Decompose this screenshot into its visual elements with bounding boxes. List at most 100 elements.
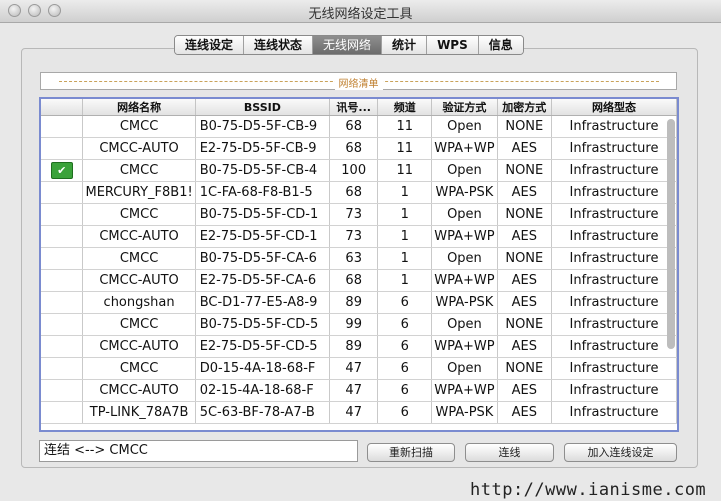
- cell-encryption: AES: [497, 137, 552, 160]
- watermark-url: http://www.ianisme.com: [470, 480, 707, 500]
- table-row[interactable]: CMCC B0-75-D5-5F-CA-6 63 1 Open NONE Infrastru…: [41, 247, 677, 270]
- table-row[interactable]: CMCC-AUTO E2-75-D5-5F-CA-6 68 1 WPA+WP AES Inf…: [41, 269, 677, 292]
- cell-signal: 73: [329, 225, 379, 248]
- cell-signal: 89: [329, 335, 379, 358]
- table-header-row: 网络名称 BSSID 讯号... 频道 验证方式 加密方式 网络型态: [41, 99, 677, 116]
- cell-network-type: Infrastructure: [551, 379, 677, 402]
- cell-status-icon: [41, 247, 84, 270]
- cell-status-icon: [41, 313, 84, 336]
- cell-network-type: Infrastructure: [551, 313, 677, 336]
- column-header-channel[interactable]: 频道: [377, 99, 433, 116]
- cell-encryption: AES: [497, 181, 552, 204]
- cell-ssid: CMCC-AUTO: [82, 269, 196, 292]
- cell-signal: 68: [329, 137, 379, 160]
- window-title: 无线网络设定工具: [308, 7, 413, 22]
- cell-status-icon: [41, 203, 84, 226]
- connect-button[interactable]: 连线: [465, 443, 554, 462]
- cell-encryption: NONE: [497, 203, 552, 226]
- table-row[interactable]: CMCC-AUTO E2-75-D5-5F-CD-5 89 6 WPA+WP AES Inf…: [41, 335, 677, 358]
- table-scrollbar[interactable]: [667, 119, 675, 349]
- cell-bssid: E2-75-D5-5F-CB-9: [195, 137, 331, 160]
- cell-encryption: AES: [497, 401, 552, 424]
- cell-ssid: CMCC-AUTO: [82, 335, 196, 358]
- cell-auth: Open: [431, 203, 498, 226]
- cell-channel: 1: [377, 269, 433, 292]
- cell-auth: WPA-PSK: [431, 181, 498, 204]
- cell-channel: 6: [377, 335, 433, 358]
- network-list-title: 网络清单: [334, 79, 383, 90]
- cell-encryption: AES: [497, 225, 552, 248]
- cell-status-icon: [41, 357, 84, 380]
- cell-encryption: AES: [497, 291, 552, 314]
- table-row[interactable]: ✔ CMCC B0-75-D5-5F-CB-4 100 11 Open NONE Infras…: [41, 159, 677, 182]
- table-row[interactable]: chongshan BC-D1-77-E5-A8-9 89 6 WPA-PSK AES In…: [41, 291, 677, 314]
- cell-status-icon: [41, 401, 84, 424]
- cell-auth: WPA-PSK: [431, 291, 498, 314]
- tab-connection-settings[interactable]: 连线设定: [175, 36, 245, 54]
- network-table[interactable]: 网络名称 BSSID 讯号... 频道 验证方式 加密方式 网络型态 CMCC B…: [39, 97, 679, 432]
- cell-encryption: NONE: [497, 115, 552, 138]
- tab-wps[interactable]: WPS: [427, 36, 479, 54]
- cell-ssid: CMCC-AUTO: [82, 225, 196, 248]
- cell-encryption: NONE: [497, 247, 552, 270]
- cell-ssid: CMCC: [82, 357, 196, 380]
- cell-bssid: E2-75-D5-5F-CA-6: [195, 269, 331, 292]
- cell-ssid: chongshan: [82, 291, 196, 314]
- table-row[interactable]: CMCC-AUTO 02-15-4A-18-68-F 47 6 WPA+WP AES Inf…: [41, 379, 677, 402]
- rescan-button[interactable]: 重新扫描: [367, 443, 455, 462]
- cell-auth: Open: [431, 115, 498, 138]
- table-row[interactable]: CMCC-AUTO E2-75-D5-5F-CB-9 68 11 WPA+WP AES In…: [41, 137, 677, 160]
- column-header-bssid[interactable]: BSSID: [195, 99, 331, 116]
- cell-status-icon: [41, 137, 84, 160]
- cell-network-type: Infrastructure: [551, 203, 677, 226]
- connection-status-field: 连结 <--> CMCC: [39, 440, 358, 462]
- cell-bssid: B0-75-D5-5F-CD-1: [195, 203, 331, 226]
- tab-statistics[interactable]: 统计: [382, 36, 428, 54]
- cell-auth: WPA+WP: [431, 137, 498, 160]
- column-header-encryption[interactable]: 加密方式: [497, 99, 552, 116]
- table-row[interactable]: TP-LINK_78A7B 5C-63-BF-78-A7-B 47 6 WPA-PSK A…: [41, 401, 677, 424]
- cell-auth: Open: [431, 357, 498, 380]
- cell-status-icon: [41, 291, 84, 314]
- cell-network-type: Infrastructure: [551, 225, 677, 248]
- cell-network-type: Infrastructure: [551, 159, 677, 182]
- cell-encryption: AES: [497, 335, 552, 358]
- cell-signal: 63: [329, 247, 379, 270]
- table-row[interactable]: CMCC B0-75-D5-5F-CD-1 73 1 Open NONE Infrastru…: [41, 203, 677, 226]
- cell-bssid: B0-75-D5-5F-CD-5: [195, 313, 331, 336]
- column-header-signal[interactable]: 讯号...: [329, 99, 379, 116]
- cell-signal: 89: [329, 291, 379, 314]
- cell-ssid: CMCC-AUTO: [82, 137, 196, 160]
- cell-network-type: Infrastructure: [551, 291, 677, 314]
- tab-wireless-networks[interactable]: 无线网络: [313, 36, 383, 54]
- column-header-ssid[interactable]: 网络名称: [82, 99, 196, 116]
- table-row[interactable]: CMCC D0-15-4A-18-68-F 47 6 Open NONE Infrastru…: [41, 357, 677, 380]
- cell-signal: 68: [329, 115, 379, 138]
- tab-connection-status[interactable]: 连线状态: [244, 36, 314, 54]
- tab-info[interactable]: 信息: [478, 36, 523, 54]
- cell-status-icon: ✔: [41, 159, 84, 182]
- cell-bssid: 5C-63-BF-78-A7-B: [195, 401, 331, 424]
- table-row[interactable]: CMCC-AUTO E2-75-D5-5F-CD-1 73 1 WPA+WP AES Inf…: [41, 225, 677, 248]
- cell-encryption: NONE: [497, 357, 552, 380]
- table-row[interactable]: MERCURY_F8B1! 1C-FA-68-F8-B1-5 68 1 WPA-PSK A…: [41, 181, 677, 204]
- cell-channel: 1: [377, 203, 433, 226]
- cell-ssid: MERCURY_F8B1!: [82, 181, 196, 204]
- cell-network-type: Infrastructure: [551, 137, 677, 160]
- column-header-icon[interactable]: [41, 99, 84, 116]
- cell-auth: Open: [431, 159, 498, 182]
- cell-ssid: CMCC: [82, 115, 196, 138]
- cell-bssid: B0-75-D5-5F-CA-6: [195, 247, 331, 270]
- table-row[interactable]: CMCC B0-75-D5-5F-CD-5 99 6 Open NONE Infrastru…: [41, 313, 677, 336]
- table-row[interactable]: CMCC B0-75-D5-5F-CB-9 68 11 Open NONE Infrastr…: [41, 115, 677, 138]
- cell-ssid: CMCC: [82, 203, 196, 226]
- column-header-auth[interactable]: 验证方式: [431, 99, 498, 116]
- add-profile-button[interactable]: 加入连线设定: [564, 443, 677, 462]
- cell-ssid: CMCC: [82, 159, 196, 182]
- cell-status-icon: [41, 379, 84, 402]
- cell-channel: 6: [377, 291, 433, 314]
- column-header-network-type[interactable]: 网络型态: [551, 99, 677, 116]
- cell-ssid: CMCC: [82, 247, 196, 270]
- cell-auth: WPA+WP: [431, 379, 498, 402]
- cell-bssid: BC-D1-77-E5-A8-9: [195, 291, 331, 314]
